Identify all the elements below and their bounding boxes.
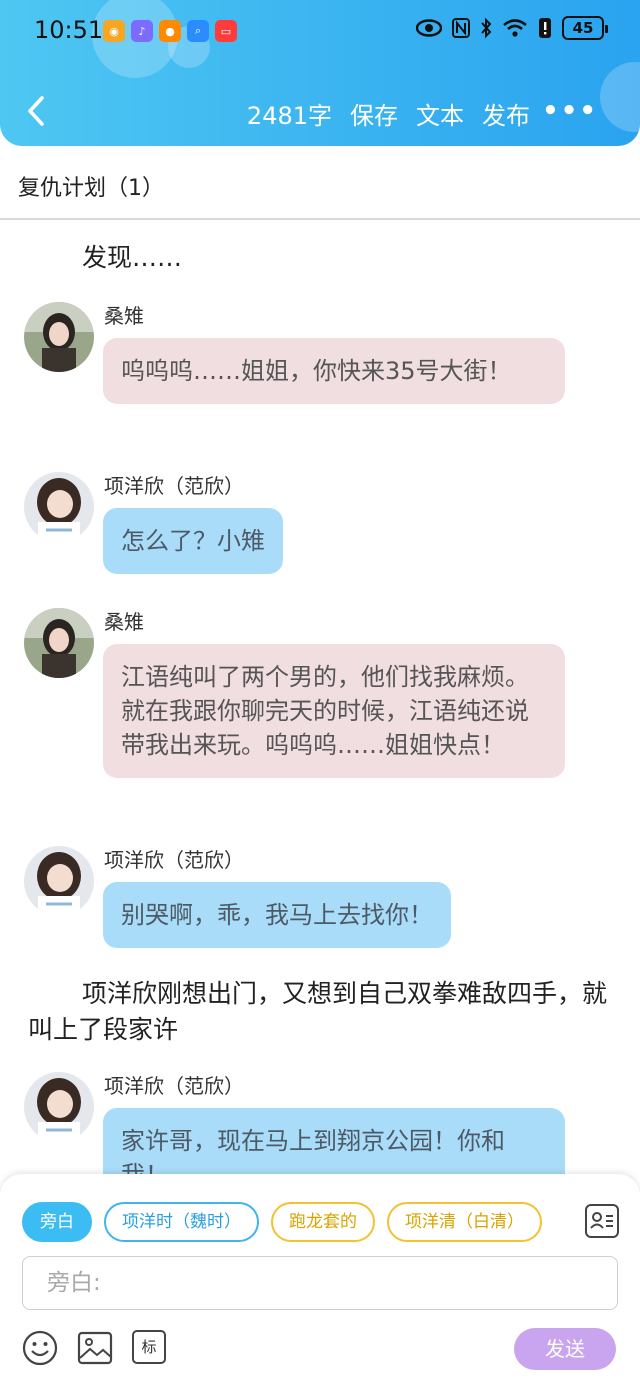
battery-icon: 45 — [562, 16, 608, 40]
search-app-icon: ⌕ — [187, 20, 209, 42]
narration-line[interactable]: 项洋欣刚想出门，又想到自己双拳难敌四手，就叫上了段家许 — [28, 976, 608, 1048]
status-indicators: 45 — [416, 16, 608, 40]
mall-app-icon: ▭ — [215, 20, 237, 42]
alert-icon — [539, 18, 551, 38]
message-bubble[interactable]: 江语纯叫了两个男的，他们找我麻烦。就在我跟你聊完天的时候，江语纯还说带我出来玩。… — [103, 644, 565, 778]
editor-nav: 2481字 保存 文本 发布 ••• — [0, 84, 640, 140]
role-selector: 旁白 项洋时（魏时） 跑龙套的 项洋清（白清） — [22, 1202, 568, 1242]
narration-line[interactable]: 发现…… — [28, 240, 608, 276]
message-bubble[interactable]: 家许哥，现在马上到翔京公园！你和我！ — [103, 1108, 565, 1174]
message-bubble[interactable]: 呜呜呜……姐姐，你快来35号大街！ — [103, 338, 565, 404]
status-app-icons: ◉ ♪ ● ⌕ ▭ — [103, 20, 237, 42]
role-chip-narration[interactable]: 旁白 — [22, 1202, 92, 1242]
avatar — [24, 846, 94, 916]
text-button[interactable]: 文本 — [416, 96, 464, 131]
message-bubble[interactable]: 别哭啊，乖，我马上去找你！ — [103, 882, 451, 948]
image-icon[interactable] — [77, 1330, 113, 1366]
battery-level: 45 — [572, 19, 594, 37]
story-content[interactable]: 发现…… 桑雉 呜呜呜……姐姐，你快来35号大街！ 项洋欣（范欣） 怎么了？小雉… — [0, 222, 640, 1174]
role-chip[interactable]: 项洋时（魏时） — [104, 1202, 259, 1242]
more-options-icon[interactable]: ••• — [542, 96, 598, 126]
top-header: 10:51 ◉ ♪ ● ⌕ ▭ 45 2481字 保存 文本 发布 ••• — [0, 0, 640, 146]
speaker-name: 桑雉 — [104, 610, 144, 634]
chapter-title-bar: 复仇计划（1） — [0, 146, 640, 220]
status-time: 10:51 — [34, 16, 104, 44]
save-button[interactable]: 保存 — [350, 96, 398, 131]
avatar — [24, 472, 94, 542]
wifi-icon — [503, 19, 527, 37]
speaker-name: 项洋欣（范欣） — [104, 848, 244, 872]
tag-button[interactable]: 标 — [132, 1330, 166, 1364]
speaker-name: 桑雉 — [104, 304, 144, 328]
role-list-icon[interactable] — [585, 1204, 619, 1238]
avatar — [24, 1072, 94, 1142]
publish-button[interactable]: 发布 — [482, 96, 530, 131]
role-chip[interactable]: 项洋清（白清） — [387, 1202, 542, 1242]
send-button[interactable]: 发送 — [514, 1328, 616, 1370]
weibo-app-icon: ◉ — [103, 20, 125, 42]
message-input[interactable] — [23, 1257, 617, 1309]
bluetooth-icon — [481, 17, 492, 39]
shop-app-icon: ● — [159, 20, 181, 42]
eye-icon — [416, 19, 442, 37]
nfc-icon — [452, 18, 470, 38]
message-input-field[interactable] — [22, 1256, 618, 1310]
chapter-title[interactable]: 复仇计划（1） — [18, 170, 164, 202]
speaker-name: 项洋欣（范欣） — [104, 474, 244, 498]
avatar — [24, 302, 94, 372]
back-arrow-icon[interactable] — [22, 94, 50, 128]
word-count: 2481字 — [246, 102, 332, 130]
message-bubble[interactable]: 怎么了？小雉 — [103, 508, 283, 574]
avatar — [24, 608, 94, 678]
emoji-icon[interactable] — [22, 1330, 58, 1366]
music-app-icon: ♪ — [131, 20, 153, 42]
role-chip[interactable]: 跑龙套的 — [271, 1202, 375, 1242]
composer-panel: 旁白项洋时（魏时） 跑龙套的项洋清（白清） 标 发送 — [0, 1174, 640, 1387]
speaker-name: 项洋欣（范欣） — [104, 1074, 244, 1098]
status-bar: 10:51 ◉ ♪ ● ⌕ ▭ 45 — [0, 0, 640, 64]
nav-actions: 2481字 保存 文本 发布 — [247, 96, 530, 131]
